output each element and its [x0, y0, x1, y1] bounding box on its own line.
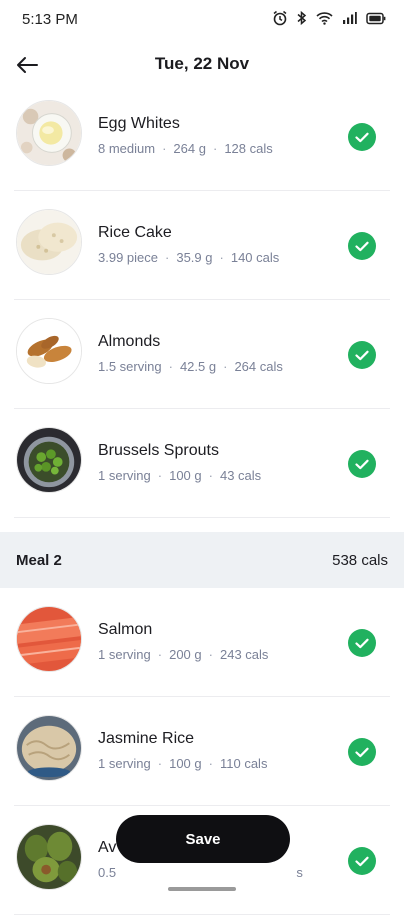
- meal-total-calories: 538 cals: [332, 552, 388, 569]
- alarm-icon: [272, 10, 288, 26]
- food-weight: 35.9 g: [176, 250, 213, 265]
- checkmark-icon: [355, 856, 369, 866]
- food-item-rice-cake[interactable]: Rice Cake 3.99 piece · 35.9 g · 140 cals: [14, 191, 390, 300]
- food-item-almonds[interactable]: Almonds 1.5 serving · 42.5 g · 264 cals: [14, 300, 390, 409]
- food-weight: 100 g: [169, 468, 202, 483]
- food-name: Egg Whites: [98, 115, 180, 132]
- checkmark-icon: [355, 132, 369, 142]
- food-calories: 264 cals: [234, 359, 283, 374]
- save-button[interactable]: Save: [116, 815, 290, 863]
- status-time: 5:13 PM: [22, 11, 78, 28]
- food-details: 1.5 serving · 42.5 g · 264 cals: [98, 359, 283, 374]
- food-calories: 243 cals: [219, 647, 269, 662]
- food-name: Av: [98, 839, 117, 856]
- salmon-image: [16, 606, 82, 672]
- food-amount: 8 medium: [98, 141, 156, 156]
- food-amount: 1 serving: [98, 756, 151, 771]
- food-name: Jasmine Rice: [98, 730, 195, 747]
- food-item-brussels-sprouts[interactable]: Brussels Sprouts 1 serving · 100 g · 43 cals: [14, 409, 390, 518]
- wifi-icon: [316, 11, 333, 25]
- food-calories: s: [296, 865, 303, 880]
- signal-icon: [342, 11, 357, 25]
- food-amount: 1 serving: [98, 468, 151, 483]
- battery-icon: [366, 12, 386, 25]
- food-name: Brussels Sprouts: [98, 442, 219, 459]
- food-details: 1 serving · 100 g · 110 cals: [98, 756, 268, 771]
- logged-check-button[interactable]: [348, 629, 376, 657]
- checkmark-icon: [355, 459, 369, 469]
- food-amount: 1 serving: [98, 647, 151, 662]
- food-log-list: Egg Whites 8 medium · 264 g · 128 cals Rice …: [0, 82, 404, 915]
- food-details: 3.99 piece · 35.9 g · 140 cals: [98, 250, 280, 265]
- egg-whites-image: [16, 100, 82, 166]
- home-indicator: [168, 887, 236, 891]
- food-name: Almonds: [98, 333, 161, 350]
- food-item-jasmine-rice[interactable]: Jasmine Rice 1 serving · 100 g · 110 cals: [14, 697, 390, 806]
- brussels-sprouts-image: [16, 427, 82, 493]
- checkmark-icon: [355, 241, 369, 251]
- food-weight: 42.5 g: [179, 359, 217, 374]
- food-item-egg-whites[interactable]: Egg Whites 8 medium · 264 g · 128 cals: [14, 82, 390, 191]
- status-icons: [272, 10, 386, 26]
- food-calories: 128 cals: [224, 141, 273, 156]
- food-item-salmon[interactable]: Salmon 1 serving · 200 g · 243 cals: [14, 588, 390, 697]
- jasmine-rice-image: [16, 715, 82, 781]
- logged-check-button[interactable]: [348, 847, 376, 875]
- logged-check-button[interactable]: [348, 123, 376, 151]
- meal-section-header: Meal 2 538 cals: [0, 532, 404, 588]
- food-weight: 264 g: [173, 141, 206, 156]
- food-name: Rice Cake: [98, 224, 172, 241]
- food-calories: 140 cals: [230, 250, 280, 265]
- logged-check-button[interactable]: [348, 232, 376, 260]
- almonds-image: [16, 318, 82, 384]
- food-calories: 43 cals: [219, 468, 262, 483]
- bluetooth-icon: [297, 10, 307, 26]
- logged-check-button[interactable]: [348, 450, 376, 478]
- food-amount: 1.5 serving: [98, 359, 162, 374]
- logged-check-button[interactable]: [348, 738, 376, 766]
- page-title: Tue, 22 Nov: [154, 54, 250, 73]
- status-bar: 5:13 PM: [0, 0, 404, 40]
- avocado-image: [16, 824, 82, 890]
- food-details: 8 medium · 264 g · 128 cals: [98, 141, 273, 156]
- food-details: 0.5·s: [98, 865, 303, 880]
- food-details: 1 serving · 200 g · 243 cals: [98, 647, 269, 662]
- checkmark-icon: [355, 638, 369, 648]
- food-name: Salmon: [98, 621, 153, 638]
- meal-title: Meal 2: [16, 552, 62, 569]
- food-amount: 0.5: [98, 865, 117, 880]
- food-weight: 100 g: [169, 756, 202, 771]
- food-amount: 3.99 piece: [98, 250, 158, 265]
- rice-cake-image: [16, 209, 82, 275]
- checkmark-icon: [355, 350, 369, 360]
- checkmark-icon: [355, 747, 369, 757]
- food-weight: 200 g: [169, 647, 202, 662]
- food-calories: 110 cals: [219, 756, 268, 771]
- food-details: 1 serving · 100 g · 43 cals: [98, 468, 262, 483]
- logged-check-button[interactable]: [348, 341, 376, 369]
